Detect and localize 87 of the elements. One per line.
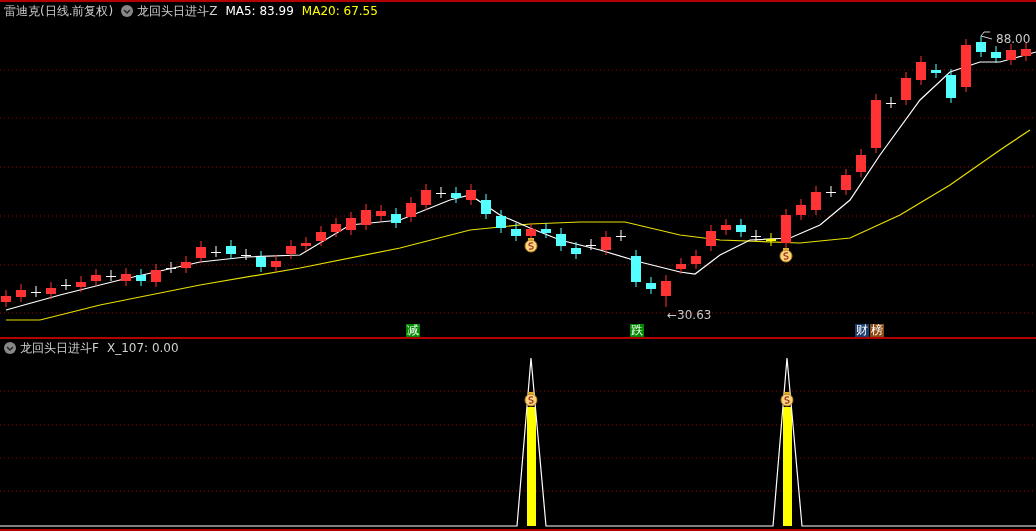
money-bag-icon — [780, 392, 794, 407]
low-price-label: ←30.63 — [667, 307, 712, 324]
candlestick — [1021, 42, 1031, 62]
candlestick — [841, 168, 851, 196]
candlestick — [211, 245, 221, 258]
candlestick — [136, 268, 146, 287]
candlestick — [511, 222, 521, 242]
leader-line — [980, 31, 993, 40]
candlestick — [646, 276, 656, 295]
candlestick — [856, 148, 866, 178]
candlestick — [1, 289, 11, 308]
candlestick — [451, 186, 461, 204]
candlestick — [871, 93, 881, 154]
candlestick — [706, 224, 716, 252]
candlestick — [721, 218, 731, 236]
candlestick — [736, 218, 746, 238]
candlestick — [346, 211, 356, 236]
candlestick — [256, 250, 266, 273]
candlestick — [151, 263, 161, 288]
chevron-circle-icon — [4, 341, 16, 354]
candlestick — [1006, 43, 1016, 66]
candlestick — [376, 204, 386, 222]
candlestick — [826, 185, 836, 198]
candlestick — [631, 249, 641, 288]
candlestick — [541, 222, 551, 239]
candlestick — [586, 238, 596, 251]
candlestick — [571, 241, 581, 260]
candlestick — [616, 229, 626, 242]
candlestick — [946, 68, 956, 104]
candlestick — [286, 239, 296, 260]
signal-marker: 减 — [406, 324, 420, 337]
chevron-circle-icon — [121, 5, 134, 17]
candlestick — [391, 207, 401, 229]
candlestick — [901, 71, 911, 106]
indicator-name: 龙回头日进斗F — [20, 339, 99, 357]
candlestick — [61, 278, 71, 291]
candlestick — [181, 255, 191, 274]
candlestick — [676, 257, 686, 275]
candlestick — [556, 227, 566, 252]
candlestick — [241, 248, 251, 261]
candlestick — [91, 268, 101, 287]
indicator-value: X_107: 0.00 — [106, 339, 179, 357]
candlestick — [331, 217, 341, 238]
candlestick — [781, 208, 791, 249]
candlestick — [106, 269, 116, 282]
candlestick — [301, 236, 311, 252]
ma5-value: MA5: 83.99 — [225, 3, 294, 20]
candlestick — [76, 275, 86, 293]
candlestick — [406, 196, 416, 223]
candlestick — [316, 225, 326, 247]
money-bag-icon — [524, 392, 538, 407]
candlestick — [991, 45, 1001, 64]
money-bag-icon — [524, 238, 538, 253]
candlestick — [976, 35, 986, 58]
candlestick — [121, 267, 131, 287]
candlestick — [886, 96, 896, 109]
candlestick — [496, 209, 506, 234]
candlestick — [751, 229, 761, 242]
ma20-value: MA20: 67.55 — [301, 3, 378, 20]
candlestick — [481, 193, 491, 220]
high-price-label: 88.00 — [996, 31, 1031, 48]
candlestick — [436, 186, 446, 199]
candlestick — [271, 254, 281, 273]
candlestick — [46, 281, 56, 300]
candlestick — [691, 249, 701, 270]
signal-marker: 财 — [855, 324, 869, 337]
candlestick — [361, 203, 371, 231]
candlestick — [226, 239, 236, 260]
stock-title: 雷迪克(日线.前复权) — [4, 3, 114, 20]
candlestick — [931, 63, 941, 79]
signal-marker: 跌 — [630, 324, 644, 337]
candlestick — [811, 185, 821, 216]
indicator-name: 龙回头日进斗Z — [137, 3, 218, 20]
candlestick — [466, 183, 476, 206]
candlestick — [31, 285, 41, 298]
candlestick — [601, 230, 611, 256]
money-bag-icon — [779, 248, 793, 263]
signal-marker: 榜 — [870, 324, 884, 337]
candlestick — [421, 183, 431, 211]
candlestick — [916, 55, 926, 86]
candlestick — [196, 240, 206, 264]
candlestick — [16, 283, 26, 303]
candlestick — [961, 38, 971, 93]
candlestick — [166, 261, 176, 274]
candlestick — [796, 198, 806, 221]
candlestick — [766, 232, 776, 247]
candlestick — [661, 274, 671, 308]
